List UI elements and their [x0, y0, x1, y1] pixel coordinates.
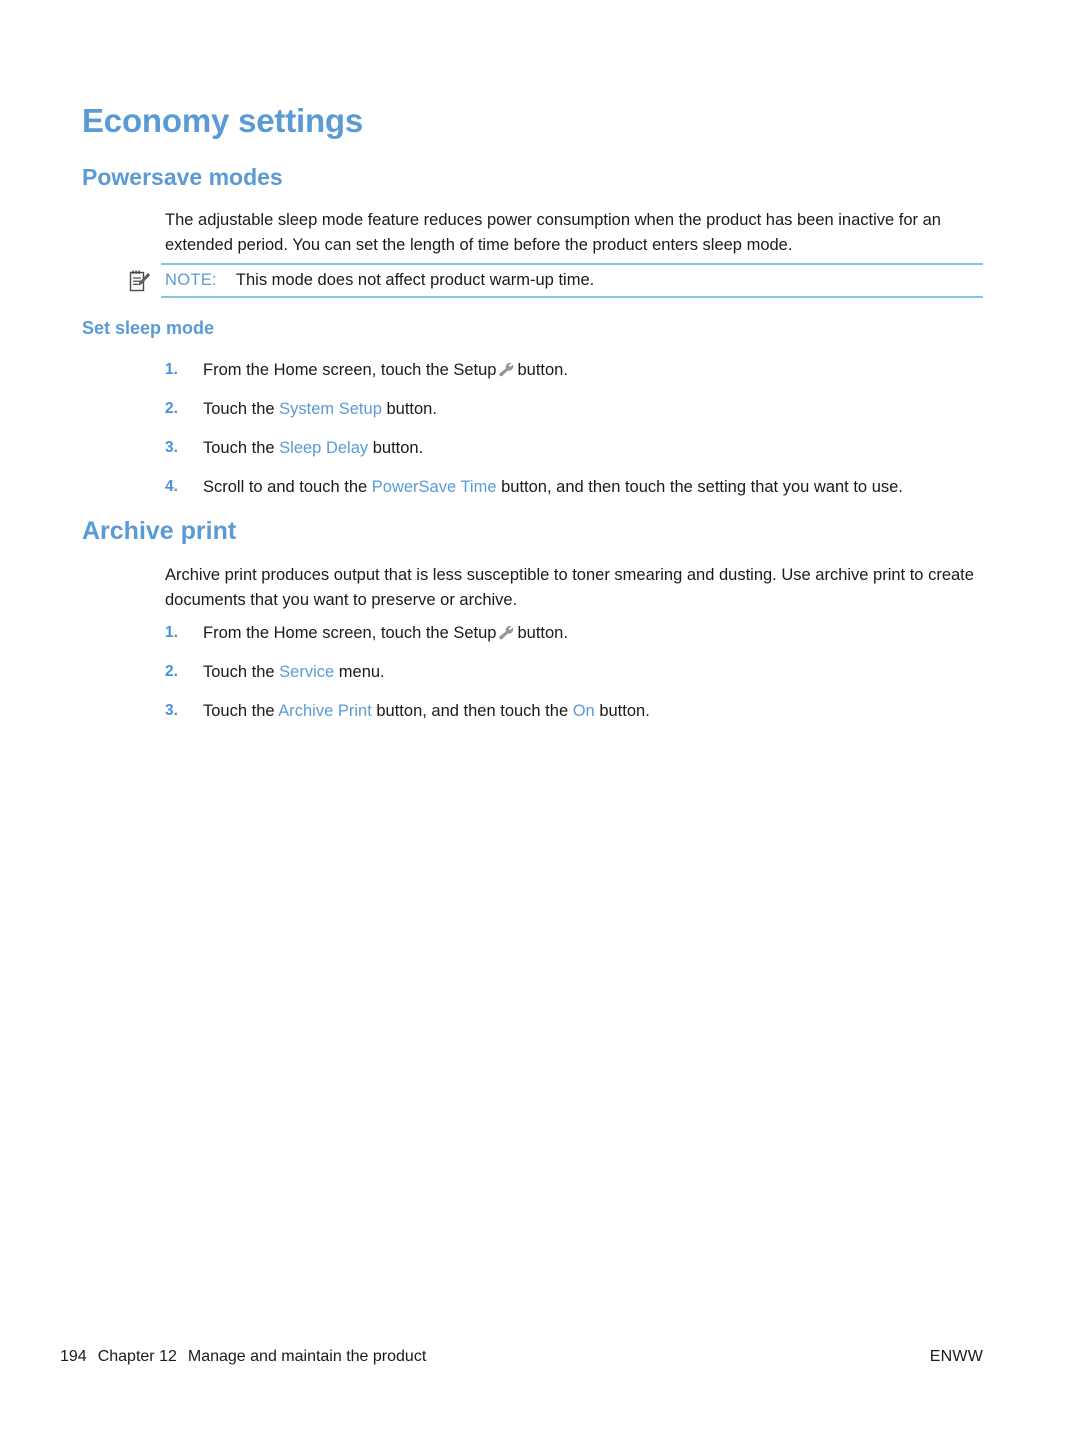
note-body: NOTE: This mode does not affect product w… [165, 269, 594, 292]
step-number: 3. [165, 702, 178, 719]
step-text-pre: Scroll to and touch the [203, 478, 368, 496]
step-text-post: button. [372, 439, 424, 457]
step-text-post: button. [517, 361, 568, 379]
step-text-post: button. [386, 400, 437, 418]
wrench-icon [498, 360, 515, 377]
footer-locale: ENWW [929, 1348, 983, 1365]
step-text-pre: Touch the [203, 702, 275, 720]
step-number: 4. [165, 478, 178, 495]
step-number: 1. [165, 624, 178, 641]
step-text-pre: From the Home screen, touch the Setup [203, 624, 497, 642]
steps-list-archive-print: 1. From the Home screen, touch the Setup … [165, 621, 983, 723]
ui-label-powersave-time: PowerSave Time [371, 478, 497, 496]
document-page: Economy settings Powersave modes The adj… [0, 0, 1080, 1437]
page-title: Economy settings [82, 102, 364, 139]
step-number: 1. [165, 361, 178, 378]
list-item: 4. Scroll to and touch the PowerSave Time… [165, 475, 983, 499]
wrench-icon [498, 623, 515, 640]
page-footer: 194 Chapter 12 Manage and maintain the pro… [60, 1348, 1020, 1372]
footer-left: 194 Chapter 12 Manage and maintain the pro… [60, 1348, 426, 1366]
list-item: 3. Touch the Sleep Delay button. [165, 436, 983, 460]
steps-list-set-sleep-mode: 1. From the Home screen, touch the Setup … [165, 358, 983, 499]
note-rule-top [161, 263, 983, 265]
step-number: 2. [165, 663, 178, 680]
note-clipboard-pencil-icon [128, 269, 150, 293]
ui-label-on: On [572, 702, 595, 720]
ui-label-sleep-delay: Sleep Delay [279, 439, 369, 457]
step-text-pre: Touch the [203, 439, 275, 457]
list-item: 2. Touch the Service menu. [165, 660, 983, 684]
step-number: 2. [165, 400, 178, 417]
footer-chapter: Chapter 12 [97, 1348, 177, 1365]
step-number: 3. [165, 439, 178, 456]
paragraph-powersave-intro: The adjustable sleep mode feature reduce… [165, 211, 941, 254]
list-item: 3. Touch the Archive Print button, and th… [165, 699, 983, 723]
list-item: 2. Touch the System Setup button. [165, 397, 983, 421]
step-text-post-2: button. [599, 702, 650, 720]
footer-chapter-title: Manage and maintain the product [187, 1348, 427, 1365]
note-rule-bottom [161, 296, 983, 298]
step-text-pre: Touch the [203, 663, 275, 681]
step-text-pre: Touch the [203, 400, 275, 418]
step-text-post: button. [517, 624, 568, 642]
step-text-pre: From the Home screen, touch the Setup [203, 361, 497, 379]
note-admonition: NOTE: This mode does not affect product w… [128, 263, 983, 298]
step-text-post: button, and then touch the [376, 702, 569, 720]
step-text-post: menu. [338, 663, 385, 681]
ui-label-service: Service [279, 663, 335, 681]
list-item: 1. From the Home screen, touch the Setup … [165, 621, 983, 645]
note-text: This mode does not affect product warm-u… [235, 271, 595, 289]
footer-page-number: 194 [60, 1348, 87, 1365]
paragraph-archive-intro: Archive print produces output that is le… [165, 566, 974, 609]
list-item: 1. From the Home screen, touch the Setup … [165, 358, 983, 382]
ui-label-archive-print: Archive Print [278, 702, 372, 720]
section-heading-powersave-modes: Powersave modes [82, 164, 283, 190]
note-label: NOTE: [165, 271, 217, 289]
section-heading-archive-print: Archive print [82, 517, 237, 545]
ui-label-system-setup: System Setup [279, 400, 382, 418]
step-text-post: button, and then touch the setting that … [501, 478, 903, 496]
subsection-heading-set-sleep-mode: Set sleep mode [82, 318, 215, 338]
